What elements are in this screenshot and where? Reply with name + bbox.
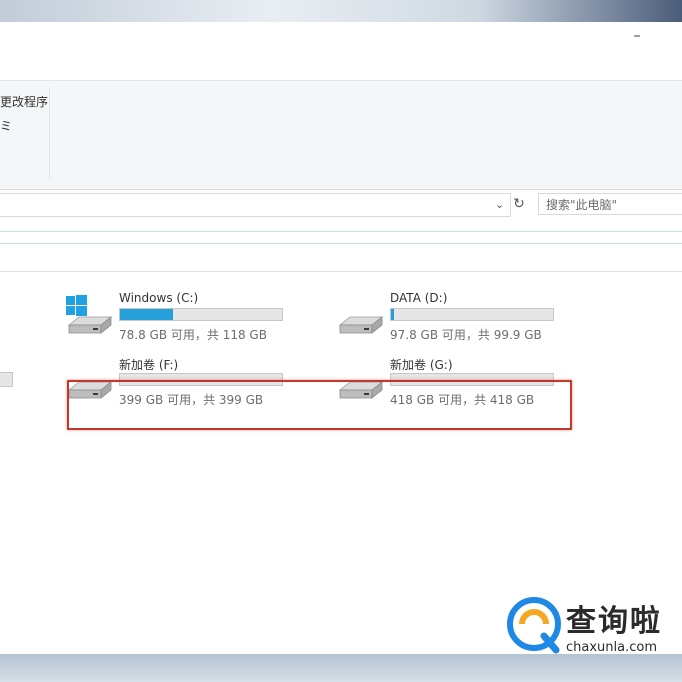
highlight-box bbox=[67, 380, 572, 430]
drive-name: 新加卷 (G:) bbox=[390, 358, 453, 372]
drive-icon bbox=[338, 316, 384, 334]
ribbon-item-partial[interactable]: ミ bbox=[0, 117, 12, 134]
magnifier-q-icon bbox=[507, 597, 561, 654]
drive-usage-fill bbox=[120, 309, 174, 320]
drive-capacity-text: 97.8 GB 可用，共 99.9 GB bbox=[390, 328, 542, 342]
chevron-down-icon[interactable]: ⌄ bbox=[495, 198, 504, 211]
partial-drive-bar bbox=[0, 372, 13, 387]
divider bbox=[0, 271, 682, 272]
divider bbox=[0, 231, 682, 232]
file-explorer-window: – 更改程序 ミ ⌄ ↻ 搜索"此电脑" Windows (C:) 78.8 G… bbox=[0, 22, 682, 654]
title-bar: – bbox=[0, 22, 682, 80]
desktop-background-top bbox=[0, 0, 682, 22]
watermark-url: chaxunla.com bbox=[566, 640, 657, 655]
drive-usage-bar bbox=[390, 308, 554, 321]
refresh-icon[interactable]: ↻ bbox=[510, 193, 528, 215]
drive-capacity-text: 78.8 GB 可用，共 118 GB bbox=[119, 328, 267, 342]
watermark-brand: 查询啦 bbox=[566, 604, 662, 639]
address-bar[interactable]: ⌄ bbox=[0, 193, 511, 217]
ribbon-separator bbox=[49, 87, 50, 179]
windows-drive-icon bbox=[66, 295, 113, 334]
drive-name: DATA (D:) bbox=[390, 291, 448, 305]
search-input[interactable]: 搜索"此电脑" bbox=[538, 193, 682, 215]
drive-name: 新加卷 (F:) bbox=[119, 358, 179, 372]
minimize-button[interactable]: – bbox=[624, 28, 650, 50]
ribbon-change-program-button[interactable]: 更改程序 bbox=[0, 93, 48, 110]
ribbon: 更改程序 ミ bbox=[0, 80, 682, 190]
divider bbox=[0, 243, 682, 244]
drive-usage-fill bbox=[391, 309, 395, 320]
drive-item-c[interactable]: Windows (C:) 78.8 GB 可用，共 118 GB bbox=[65, 291, 305, 349]
drive-usage-bar bbox=[119, 308, 283, 321]
drive-item-d[interactable]: DATA (D:) 97.8 GB 可用，共 99.9 GB bbox=[336, 291, 576, 349]
drive-name: Windows (C:) bbox=[119, 291, 199, 305]
watermark-logo: 查询啦 chaxunla.com bbox=[506, 596, 676, 664]
